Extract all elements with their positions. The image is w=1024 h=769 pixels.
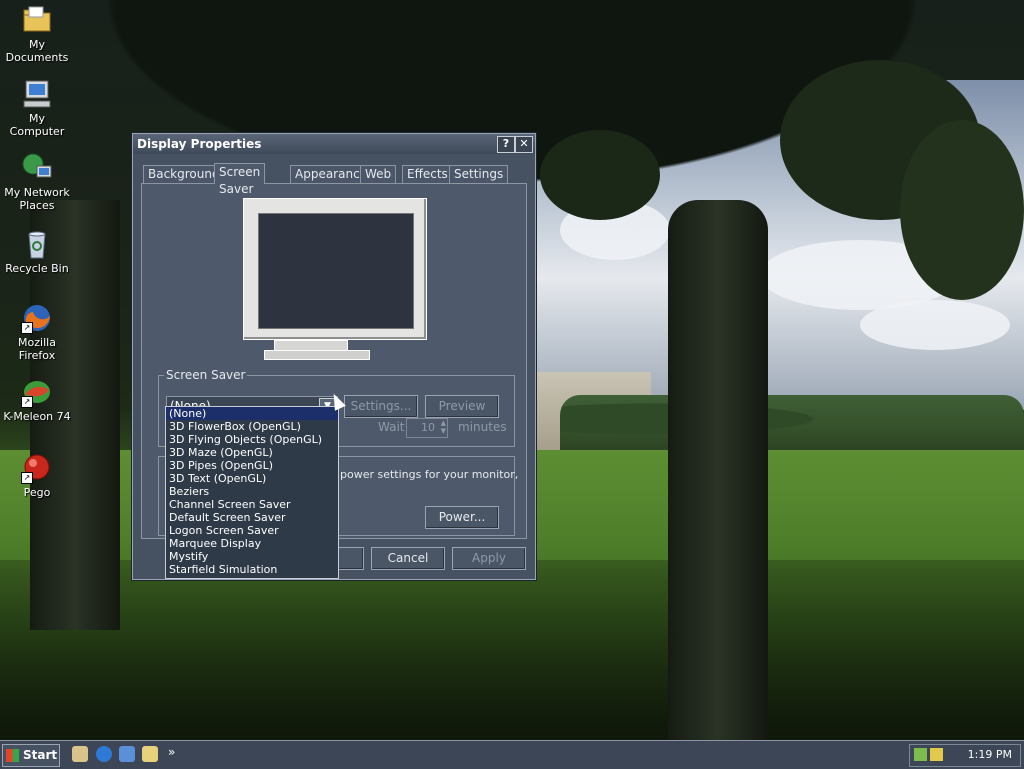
shortcut-arrow-icon: ↗ bbox=[21, 396, 33, 408]
clock[interactable]: 1:19 PM bbox=[968, 748, 1012, 761]
pego-icon: ↗ bbox=[21, 452, 53, 484]
desktop-icon-my-computer[interactable]: My Computer bbox=[0, 78, 74, 138]
tab-background[interactable]: Background bbox=[143, 165, 225, 183]
apply-button[interactable]: Apply bbox=[452, 547, 526, 570]
wallpaper-treeline bbox=[560, 395, 1024, 455]
taskbar: Start » 1:19 PM bbox=[0, 740, 1024, 769]
monitor-preview-screen bbox=[258, 213, 414, 329]
desktop-icon-mozilla-firefox[interactable]: ↗ Mozilla Firefox bbox=[0, 302, 74, 362]
recycle-bin-icon bbox=[21, 228, 53, 260]
spinner-arrows-icon[interactable]: ▲ ▼ bbox=[441, 419, 446, 435]
shortcut-arrow-icon: ↗ bbox=[21, 472, 33, 484]
network-tray-icon[interactable] bbox=[914, 748, 927, 761]
screen-saver-group-label: Screen Saver bbox=[164, 368, 248, 382]
wallpaper-tree-trunk bbox=[668, 200, 768, 740]
outlook-express-icon[interactable] bbox=[119, 746, 135, 762]
folder-icon bbox=[21, 4, 53, 36]
dropdown-option[interactable]: 3D Pipes (OpenGL) bbox=[166, 459, 338, 472]
tab-screen-saver[interactable]: Screen Saver bbox=[214, 163, 266, 196]
windows-flag-icon bbox=[6, 749, 19, 762]
dropdown-option[interactable]: (None) bbox=[166, 407, 338, 420]
cancel-button[interactable]: Cancel bbox=[371, 547, 445, 570]
internet-explorer-icon[interactable] bbox=[96, 746, 112, 762]
tab-settings[interactable]: Settings bbox=[449, 165, 509, 183]
start-label: Start bbox=[23, 748, 58, 762]
dropdown-option[interactable]: 3D FlowerBox (OpenGL) bbox=[166, 420, 338, 433]
desktop-icon-label: Pego bbox=[23, 486, 51, 499]
quick-launch-overflow[interactable]: » bbox=[168, 745, 175, 759]
desktop-icon-label: My Documents bbox=[5, 38, 69, 64]
monitor-base bbox=[264, 350, 370, 360]
desktop-icon-label: Recycle Bin bbox=[5, 262, 69, 275]
wait-label: Wait bbox=[378, 420, 405, 434]
preview-button[interactable]: Preview bbox=[425, 395, 499, 418]
system-tray: 1:19 PM bbox=[909, 744, 1021, 767]
dropdown-option[interactable]: Beziers bbox=[166, 485, 338, 498]
shortcut-arrow-icon: ↗ bbox=[21, 322, 33, 334]
desktop-icon-my-network-places[interactable]: My Network Places bbox=[0, 152, 74, 212]
wallpaper-foliage bbox=[540, 130, 660, 220]
desktop-icon-label: Mozilla Firefox bbox=[18, 336, 56, 362]
monitor-preview bbox=[243, 198, 427, 340]
show-desktop-icon[interactable] bbox=[72, 746, 88, 762]
dialog-titlebar[interactable]: Display Properties ? ✕ bbox=[133, 134, 535, 154]
dropdown-option[interactable]: 3D Flying Objects (OpenGL) bbox=[166, 433, 338, 446]
dropdown-option[interactable]: Mystify bbox=[166, 550, 338, 563]
desktop-icon-label: K-Meleon 74 bbox=[3, 410, 71, 423]
dropdown-option[interactable]: Marquee Display bbox=[166, 537, 338, 550]
tab-web[interactable]: Web bbox=[360, 165, 397, 183]
power-button[interactable]: Power... bbox=[425, 506, 499, 529]
network-icon bbox=[21, 152, 53, 184]
settings-button[interactable]: Settings... bbox=[344, 395, 418, 418]
help-button[interactable]: ? bbox=[497, 136, 515, 153]
power-description: power settings for your monitor, bbox=[340, 468, 519, 481]
dropdown-option[interactable]: 3D Text (OpenGL) bbox=[166, 472, 338, 485]
screen-saver-dropdown-list: (None) 3D FlowerBox (OpenGL) 3D Flying O… bbox=[165, 406, 339, 579]
wallpaper-foliage bbox=[900, 120, 1024, 300]
dialog-title: Display Properties bbox=[137, 137, 262, 151]
desktop-icon-k-meleon[interactable]: ↗ K-Meleon 74 bbox=[0, 376, 74, 423]
desktop-icon-recycle-bin[interactable]: Recycle Bin bbox=[0, 228, 74, 275]
desktop-icon-label: My Network Places bbox=[4, 186, 70, 212]
desktop-icon-label: My Computer bbox=[9, 112, 65, 138]
firefox-icon: ↗ bbox=[21, 302, 53, 334]
start-button[interactable]: Start bbox=[2, 744, 60, 767]
dropdown-option[interactable]: Logon Screen Saver bbox=[166, 524, 338, 537]
dropdown-option[interactable]: Default Screen Saver bbox=[166, 511, 338, 524]
dropdown-option[interactable]: Channel Screen Saver bbox=[166, 498, 338, 511]
desktop-icon-pego[interactable]: ↗ Pego bbox=[0, 452, 74, 499]
wallpaper-cloud bbox=[860, 300, 1010, 350]
wait-spinner[interactable]: 10 ▲ ▼ bbox=[406, 418, 448, 438]
computer-icon bbox=[21, 78, 53, 110]
wallpaper-shadow bbox=[0, 560, 1024, 740]
close-button[interactable]: ✕ bbox=[515, 136, 533, 153]
windows-explorer-icon[interactable] bbox=[142, 746, 158, 762]
desktop-icon-my-documents[interactable]: My Documents bbox=[0, 4, 74, 64]
wait-value: 10 bbox=[421, 421, 435, 434]
volume-tray-icon[interactable] bbox=[930, 748, 943, 761]
minutes-label: minutes bbox=[458, 420, 507, 434]
dropdown-option[interactable]: 3D Maze (OpenGL) bbox=[166, 446, 338, 459]
dropdown-option[interactable]: Starfield Simulation bbox=[166, 563, 338, 576]
kmeleon-icon: ↗ bbox=[21, 376, 53, 408]
tab-effects[interactable]: Effects bbox=[402, 165, 453, 183]
